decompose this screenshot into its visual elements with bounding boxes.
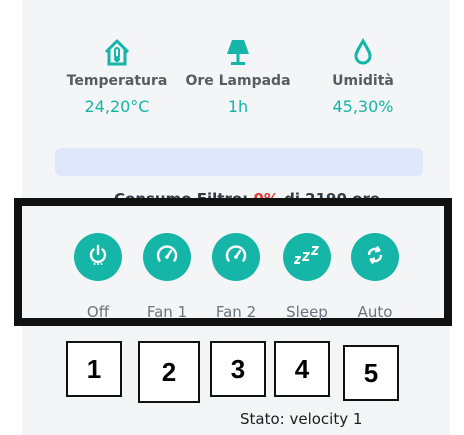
stat-value: 1h bbox=[227, 97, 249, 116]
stat-ore-lampada: Ore Lampada 1h bbox=[183, 38, 293, 116]
fan-1-label: Fan 1 bbox=[146, 303, 188, 321]
off-button[interactable] bbox=[74, 233, 122, 281]
stat-label: Umidità bbox=[332, 73, 394, 89]
stat-umidita: Umidità 45,30% bbox=[308, 37, 418, 116]
annotation-box-3: 3 bbox=[210, 341, 266, 397]
sleep-zzz-icon bbox=[293, 243, 321, 271]
stat-value: 24,20°C bbox=[84, 97, 150, 116]
stat-value: 45,30% bbox=[332, 97, 394, 116]
gauge-icon bbox=[155, 243, 179, 271]
sleep-label: Sleep bbox=[286, 303, 328, 321]
refresh-icon bbox=[363, 243, 387, 271]
status-text: Stato: velocity 1 bbox=[240, 410, 363, 428]
fan-2-label: Fan 2 bbox=[215, 303, 257, 321]
annotation-box-2: 2 bbox=[138, 341, 200, 403]
water-drop-icon bbox=[349, 37, 377, 66]
annotation-box-1: 1 bbox=[66, 341, 122, 397]
off-label: Off bbox=[86, 303, 110, 321]
lamp-icon bbox=[224, 38, 252, 66]
gauge-icon bbox=[224, 243, 248, 271]
stat-temperatura: Temperatura 24,20°C bbox=[62, 38, 172, 116]
power-icon bbox=[86, 243, 110, 271]
auto-button[interactable] bbox=[351, 233, 399, 281]
fan-1-button[interactable] bbox=[143, 233, 191, 281]
stat-label: Ore Lampada bbox=[185, 73, 291, 89]
fan-2-button[interactable] bbox=[212, 233, 260, 281]
stat-label: Temperatura bbox=[66, 73, 168, 89]
annotation-box-5: 5 bbox=[343, 345, 399, 401]
auto-label: Auto bbox=[357, 303, 393, 321]
annotation-box-4: 4 bbox=[274, 341, 330, 397]
sleep-button[interactable] bbox=[283, 233, 331, 281]
filter-progress-bar bbox=[55, 148, 423, 176]
house-thermometer-icon bbox=[103, 38, 131, 66]
